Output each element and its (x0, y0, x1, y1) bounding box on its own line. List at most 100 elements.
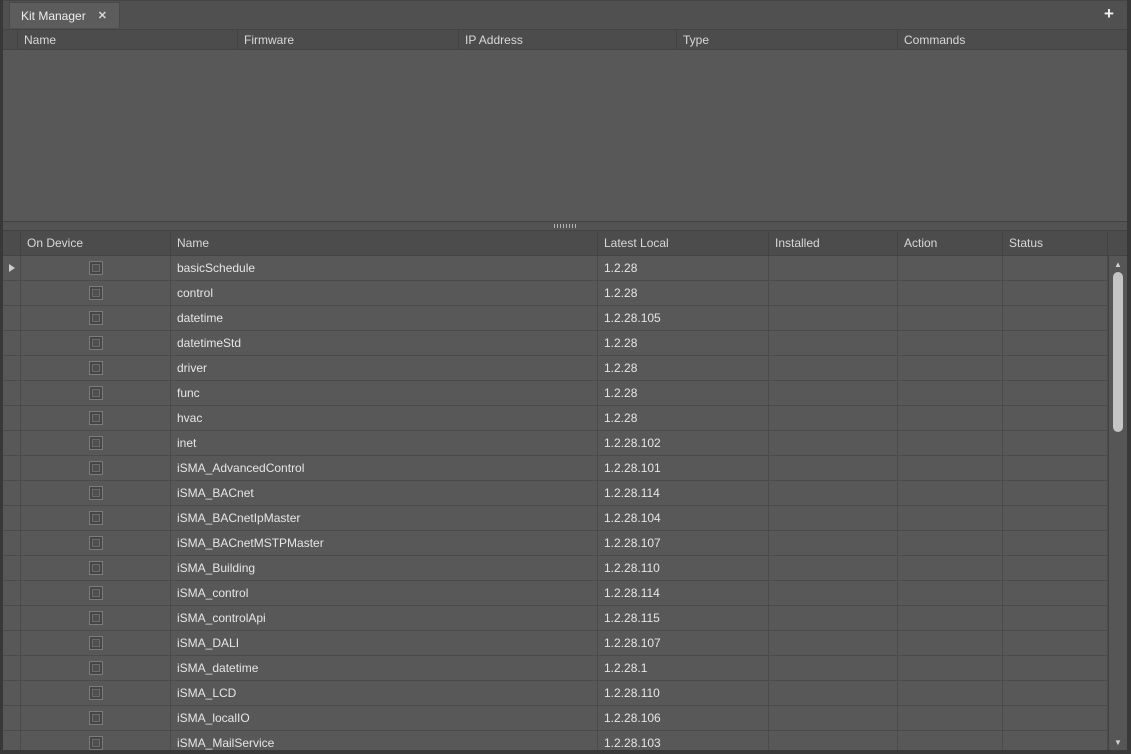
on-device-checkbox[interactable] (89, 511, 103, 525)
kit-name-cell[interactable]: inet (171, 431, 598, 456)
kit-name-cell[interactable]: driver (171, 356, 598, 381)
on-device-checkbox[interactable] (89, 686, 103, 700)
kits-header-on-device[interactable]: On Device (21, 231, 171, 255)
table-row[interactable]: datetimeStd 1.2.28 (3, 331, 1108, 356)
table-row[interactable]: iSMA_LCD 1.2.28.110 (3, 681, 1108, 706)
table-row[interactable]: iSMA_MailService 1.2.28.103 (3, 731, 1108, 750)
table-row[interactable]: iSMA_localIO 1.2.28.106 (3, 706, 1108, 731)
kit-name-cell[interactable]: datetime (171, 306, 598, 331)
table-row[interactable]: basicSchedule 1.2.28 (3, 256, 1108, 281)
kit-name-cell[interactable]: iSMA_AdvancedControl (171, 456, 598, 481)
table-row[interactable]: iSMA_BACnet 1.2.28.114 (3, 481, 1108, 506)
action-cell[interactable] (898, 456, 1003, 481)
action-cell[interactable] (898, 481, 1003, 506)
kit-name-cell[interactable]: control (171, 281, 598, 306)
action-cell[interactable] (898, 731, 1003, 750)
on-device-checkbox[interactable] (89, 261, 103, 275)
table-row[interactable]: inet 1.2.28.102 (3, 431, 1108, 456)
on-device-checkbox[interactable] (89, 436, 103, 450)
kits-header-name[interactable]: Name (171, 231, 598, 255)
action-cell[interactable] (898, 681, 1003, 706)
action-cell[interactable] (898, 281, 1003, 306)
kits-header-action[interactable]: Action (898, 231, 1003, 255)
table-row[interactable]: iSMA_controlApi 1.2.28.115 (3, 606, 1108, 631)
table-row[interactable]: iSMA_Building 1.2.28.110 (3, 556, 1108, 581)
table-row[interactable]: hvac 1.2.28 (3, 406, 1108, 431)
kit-name-cell[interactable]: iSMA_MailService (171, 731, 598, 750)
scroll-down-icon[interactable]: ▼ (1109, 736, 1127, 748)
on-device-checkbox[interactable] (89, 336, 103, 350)
on-device-checkbox[interactable] (89, 361, 103, 375)
on-device-checkbox[interactable] (89, 486, 103, 500)
action-cell[interactable] (898, 531, 1003, 556)
latest-local-cell: 1.2.28.115 (598, 606, 769, 631)
on-device-checkbox[interactable] (89, 586, 103, 600)
table-row[interactable]: datetime 1.2.28.105 (3, 306, 1108, 331)
devices-header-firmware[interactable]: Firmware (238, 30, 459, 49)
action-cell[interactable] (898, 331, 1003, 356)
table-row[interactable]: func 1.2.28 (3, 381, 1108, 406)
on-device-checkbox[interactable] (89, 411, 103, 425)
table-row[interactable]: iSMA_AdvancedControl 1.2.28.101 (3, 456, 1108, 481)
kit-name-cell[interactable]: iSMA_BACnetIpMaster (171, 506, 598, 531)
table-row[interactable]: iSMA_BACnetIpMaster 1.2.28.104 (3, 506, 1108, 531)
kit-name-cell[interactable]: iSMA_BACnet (171, 481, 598, 506)
action-cell[interactable] (898, 381, 1003, 406)
table-row[interactable]: driver 1.2.28 (3, 356, 1108, 381)
scrollbar-thumb[interactable] (1113, 272, 1123, 432)
devices-header-name[interactable]: Name (18, 30, 238, 49)
kit-name-cell[interactable]: datetimeStd (171, 331, 598, 356)
on-device-checkbox[interactable] (89, 386, 103, 400)
table-row[interactable]: control 1.2.28 (3, 281, 1108, 306)
on-device-checkbox[interactable] (89, 286, 103, 300)
on-device-checkbox[interactable] (89, 561, 103, 575)
kits-header-status[interactable]: Status (1003, 231, 1108, 255)
devices-header-commands[interactable]: Commands (898, 30, 1127, 49)
action-cell[interactable] (898, 556, 1003, 581)
table-row[interactable]: iSMA_DALI 1.2.28.107 (3, 631, 1108, 656)
table-row[interactable]: iSMA_datetime 1.2.28.1 (3, 656, 1108, 681)
action-cell[interactable] (898, 631, 1003, 656)
kit-name-cell[interactable]: iSMA_BACnetMSTPMaster (171, 531, 598, 556)
on-device-checkbox[interactable] (89, 736, 103, 750)
action-cell[interactable] (898, 306, 1003, 331)
kit-name-cell[interactable]: iSMA_localIO (171, 706, 598, 731)
kit-name-cell[interactable]: iSMA_Building (171, 556, 598, 581)
table-row[interactable]: iSMA_BACnetMSTPMaster 1.2.28.107 (3, 531, 1108, 556)
scroll-up-icon[interactable]: ▲ (1109, 258, 1127, 270)
action-cell[interactable] (898, 581, 1003, 606)
kit-name-cell[interactable]: iSMA_datetime (171, 656, 598, 681)
kit-name-cell[interactable]: iSMA_DALI (171, 631, 598, 656)
new-tab-button[interactable]: + (1099, 3, 1119, 25)
devices-header-type[interactable]: Type (677, 30, 898, 49)
vertical-scrollbar[interactable]: ▲ ▼ (1108, 256, 1127, 750)
action-cell[interactable] (898, 256, 1003, 281)
kit-name-cell[interactable]: basicSchedule (171, 256, 598, 281)
devices-header-ip-address[interactable]: IP Address (459, 30, 677, 49)
kit-name-cell[interactable]: iSMA_controlApi (171, 606, 598, 631)
on-device-checkbox[interactable] (89, 711, 103, 725)
on-device-checkbox[interactable] (89, 636, 103, 650)
action-cell[interactable] (898, 356, 1003, 381)
action-cell[interactable] (898, 506, 1003, 531)
tab-kit-manager[interactable]: Kit Manager ✕ (9, 2, 120, 28)
action-cell[interactable] (898, 706, 1003, 731)
action-cell[interactable] (898, 656, 1003, 681)
on-device-checkbox[interactable] (89, 661, 103, 675)
table-row[interactable]: iSMA_control 1.2.28.114 (3, 581, 1108, 606)
close-icon[interactable]: ✕ (98, 9, 107, 22)
on-device-checkbox[interactable] (89, 311, 103, 325)
kit-name-cell[interactable]: iSMA_control (171, 581, 598, 606)
on-device-checkbox[interactable] (89, 536, 103, 550)
kits-header-latest-local[interactable]: Latest Local (598, 231, 769, 255)
panel-splitter[interactable] (3, 221, 1127, 231)
action-cell[interactable] (898, 406, 1003, 431)
kit-name-cell[interactable]: func (171, 381, 598, 406)
action-cell[interactable] (898, 606, 1003, 631)
kit-name-cell[interactable]: iSMA_LCD (171, 681, 598, 706)
kits-header-installed[interactable]: Installed (769, 231, 898, 255)
kit-name-cell[interactable]: hvac (171, 406, 598, 431)
action-cell[interactable] (898, 431, 1003, 456)
on-device-checkbox[interactable] (89, 461, 103, 475)
on-device-checkbox[interactable] (89, 611, 103, 625)
